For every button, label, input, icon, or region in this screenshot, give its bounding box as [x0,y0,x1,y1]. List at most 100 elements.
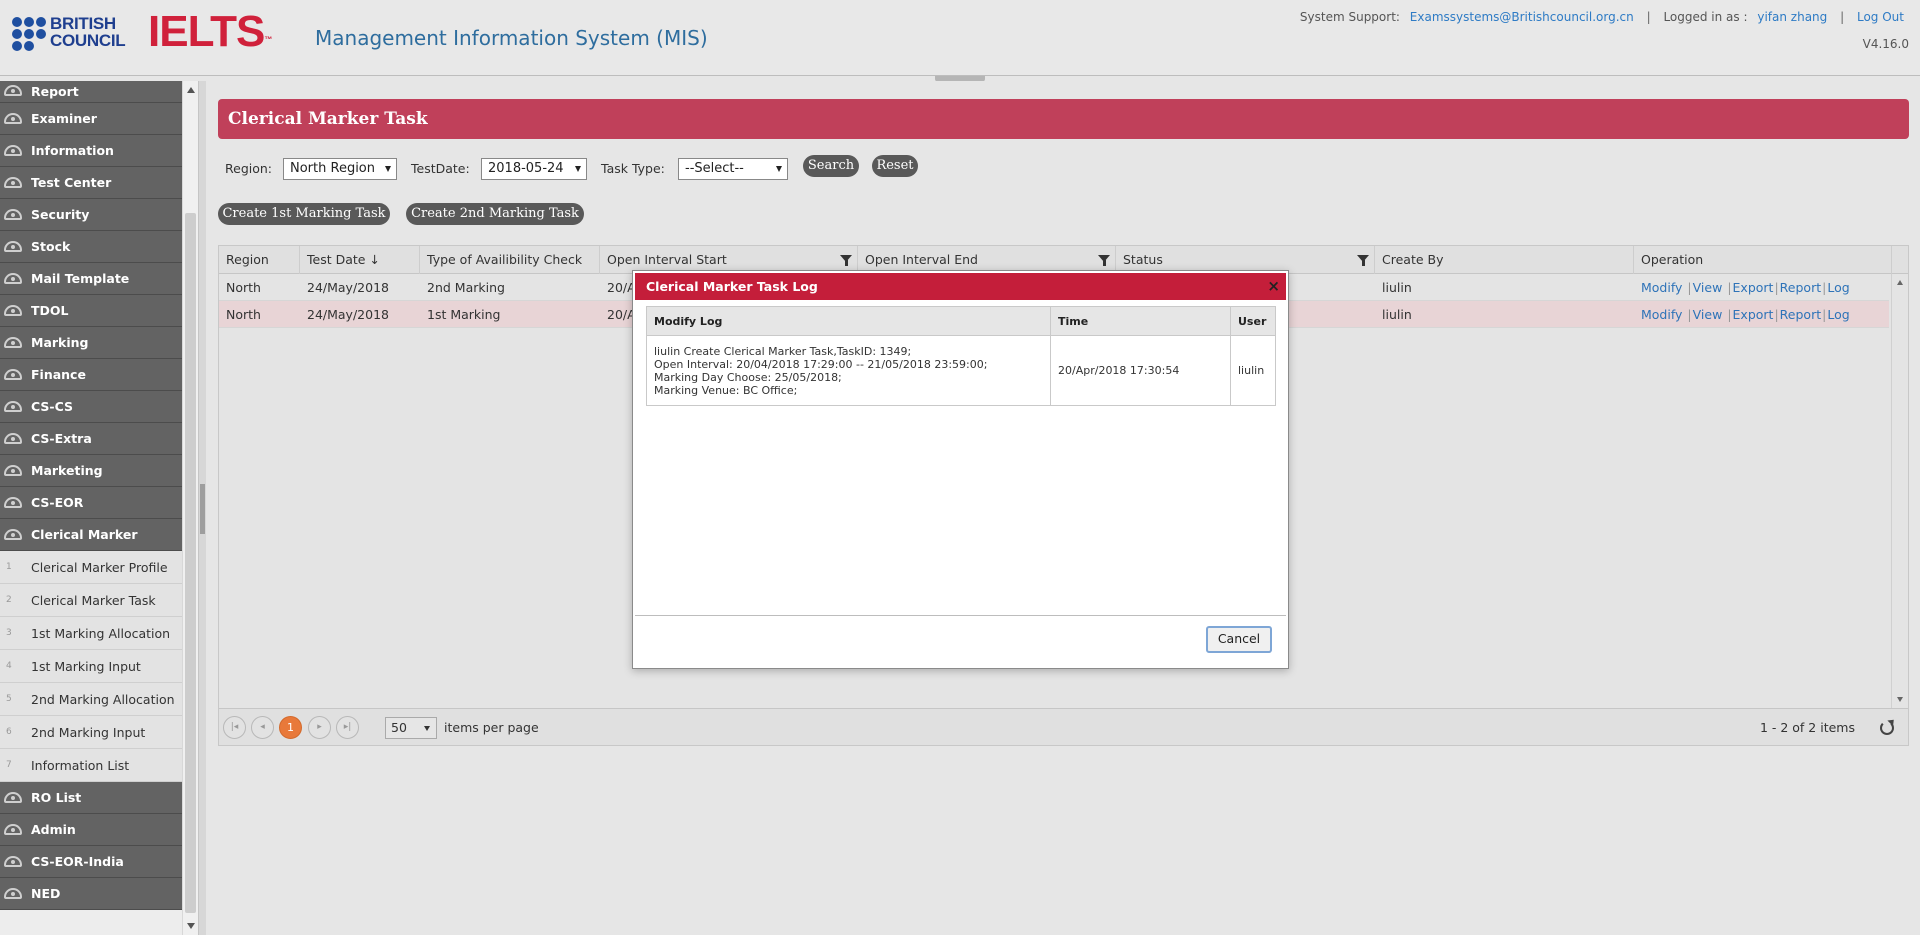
testdate-select[interactable]: 2018-05-24 [481,158,587,180]
page-title: Clerical Marker Task [218,99,1909,139]
cell-type: 2nd Marking [427,280,505,295]
close-icon[interactable]: × [1267,273,1280,300]
nav-label: CS-Extra [31,431,92,446]
nav-item-report[interactable]: Report [0,81,182,103]
nav-item-cs-eor[interactable]: CS-EOR [0,487,182,519]
column-header-operation: Operation [1634,246,1892,274]
column-title: Open Interval Start [607,252,727,267]
report-link[interactable]: Report [1780,280,1821,295]
scroll-down-icon[interactable] [187,923,195,929]
sub-item-label: 2nd Marking Allocation [31,692,175,707]
nav-item-cs-cs[interactable]: CS-CS [0,391,182,423]
current-page-button[interactable]: 1 [279,716,302,739]
nav-item-tdol[interactable]: TDOL [0,295,182,327]
module-icon [4,497,22,508]
modify-link[interactable]: Modify [1641,307,1682,322]
chevron-down-icon [385,166,391,172]
brand-line-2: COUNCIL [50,31,126,50]
column-header-type[interactable]: Type of Availibility Check [420,246,600,274]
sub-item-clerical-marker-profile[interactable]: 1 Clerical Marker Profile [0,551,182,584]
log-link[interactable]: Log [1827,280,1849,295]
module-icon [4,824,22,835]
log-line: Marking Day Choose: 25/05/2018; [654,370,842,384]
filter-icon[interactable] [1098,255,1110,266]
create-1st-marking-task-button[interactable]: Create 1st Marking Task [218,203,390,225]
nav-item-ro-list[interactable]: RO List [0,782,182,814]
last-page-button[interactable]: ▸| [336,716,359,739]
first-page-button[interactable]: |◂ [223,716,246,739]
report-link[interactable]: Report [1780,307,1821,322]
modify-link[interactable]: Modify [1641,280,1682,295]
filter-icon[interactable] [840,255,852,266]
refresh-icon[interactable] [1880,721,1894,735]
scroll-up-icon[interactable] [1897,280,1903,285]
nav-label: Finance [31,367,86,382]
filter-icon[interactable] [1357,255,1369,266]
nav-item-clerical-marker[interactable]: Clerical Marker [0,519,182,551]
op-separator: | [1822,280,1827,295]
nav-item-examiner[interactable]: Examiner [0,103,182,135]
sub-item-1st-marking-allocation[interactable]: 3 1st Marking Allocation [0,617,182,650]
nav-item-finance[interactable]: Finance [0,359,182,391]
column-header-modify-log: Modify Log [646,306,1051,336]
column-header-region[interactable]: Region [219,246,300,274]
sub-item-clerical-marker-task[interactable]: 2 Clerical Marker Task [0,584,182,617]
scroll-thumb[interactable] [185,213,196,913]
support-email-link[interactable]: Examssystems@Britishcouncil.org.cn [1410,10,1634,24]
sub-item-2nd-marking-input[interactable]: 6 2nd Marking Input [0,716,182,749]
tasktype-select[interactable]: --Select-- [678,158,788,180]
cancel-button[interactable]: Cancel [1206,626,1272,653]
nav-item-marketing[interactable]: Marketing [0,455,182,487]
ielts-logo-text: IELTS [148,7,265,56]
logout-link[interactable]: Log Out [1857,10,1904,24]
app-header: BRITISH COUNCIL IELTS™ Management Inform… [0,0,1920,76]
export-link[interactable]: Export [1733,307,1774,322]
module-icon [4,792,22,803]
user-link[interactable]: yifan zhang [1757,10,1827,24]
op-separator: | [1822,307,1827,322]
nav-item-admin[interactable]: Admin [0,814,182,846]
sub-item-number: 6 [6,727,12,737]
sub-item-information-list[interactable]: 7 Information List [0,749,182,782]
cell-type: 1st Marking [427,307,501,322]
nav-item-test-center[interactable]: Test Center [0,167,182,199]
view-link[interactable]: View [1693,307,1723,322]
module-icon [4,113,22,124]
splitter-grip[interactable] [200,484,205,534]
next-page-button[interactable]: ▸ [308,716,331,739]
module-icon [4,177,22,188]
sub-item-number: 3 [6,628,12,638]
region-select[interactable]: North Region [283,158,397,180]
cell-test-date: 24/May/2018 [307,280,389,295]
nav-item-cs-eor-india[interactable]: CS-EOR-India [0,846,182,878]
nav-item-marking[interactable]: Marking [0,327,182,359]
module-icon [4,209,22,220]
scroll-up-icon[interactable] [187,87,195,93]
sidebar-scrollbar[interactable] [182,81,198,935]
create-2nd-marking-task-button[interactable]: Create 2nd Marking Task [406,203,584,225]
nav-item-security[interactable]: Security [0,199,182,231]
column-header-test-date[interactable]: Test Date ↓ [300,246,420,274]
scroll-down-icon[interactable] [1897,697,1903,702]
grid-scrollbar[interactable] [1891,274,1908,708]
prev-page-button[interactable]: ◂ [251,716,274,739]
nav-item-mail-template[interactable]: Mail Template [0,263,182,295]
sub-item-2nd-marking-allocation[interactable]: 5 2nd Marking Allocation [0,683,182,716]
nav-item-ned[interactable]: NED [0,878,182,910]
op-separator: | [1774,307,1779,322]
op-separator: | [1687,307,1692,322]
page-size-select[interactable]: 50 [385,717,437,739]
nav-item-information-management[interactable]: Information Management [0,135,182,190]
nav-item-cs-extra[interactable]: CS-Extra [0,423,182,455]
view-link[interactable]: View [1693,280,1723,295]
nav-item-stock[interactable]: Stock [0,231,182,263]
log-link[interactable]: Log [1827,307,1849,322]
sub-item-1st-marking-input[interactable]: 4 1st Marking Input [0,650,182,683]
search-button[interactable]: Search [803,155,859,177]
reset-button[interactable]: Reset [872,155,918,177]
pane-splitter[interactable] [198,81,206,935]
column-header-create-by[interactable]: Create By [1375,246,1634,274]
dialog-titlebar: Clerical Marker Task Log × [635,273,1286,300]
export-link[interactable]: Export [1733,280,1774,295]
module-icon [4,888,22,899]
